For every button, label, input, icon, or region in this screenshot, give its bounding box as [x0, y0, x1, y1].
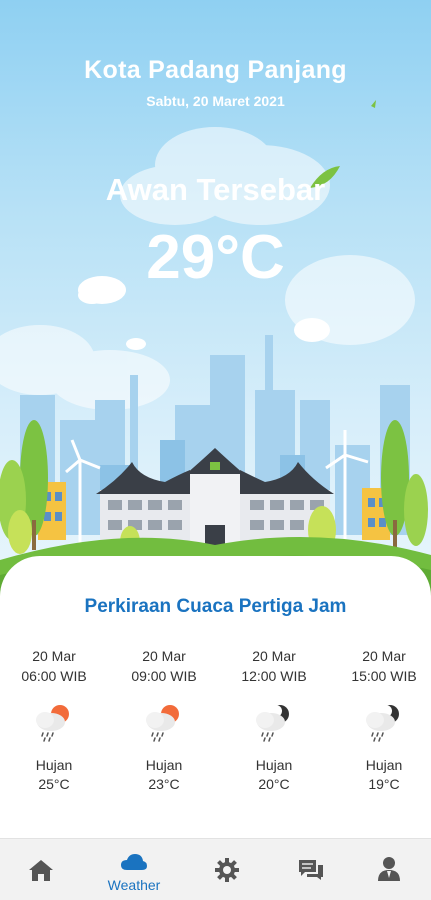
- city-name: Kota Padang Panjang: [84, 56, 347, 84]
- forecast-item[interactable]: 20 Mar 09:00 WIB Hujan 23°C: [114, 646, 214, 794]
- rain-sun-icon: [146, 705, 179, 742]
- chat-icon: [299, 860, 323, 880]
- forecast-item[interactable]: 20 Mar 06:00 WIB Hujan 25°C: [4, 646, 104, 794]
- rain-sun-icon: [36, 705, 69, 742]
- forecast-date: 20 Mar: [252, 648, 296, 664]
- forecast-temperature: 25°C: [38, 776, 70, 792]
- forecast-temperature: 20°C: [258, 776, 290, 792]
- forecast-time: 15:00 WIB: [351, 668, 417, 684]
- weather-hero: Kota Padang Panjang Sabtu, 20 Maret 2021…: [0, 0, 431, 600]
- forecast-time: 12:00 WIB: [241, 668, 307, 684]
- forecast-card: Perkiraan Cuaca Pertiga Jam 20 Mar 06:00…: [0, 556, 431, 838]
- bottom-navigation: Weather: [0, 838, 431, 900]
- city-illustration: [0, 100, 431, 600]
- forecast-date: 20 Mar: [32, 648, 76, 664]
- forecast-temperature: 23°C: [148, 776, 180, 792]
- forecast-date: 20 Mar: [142, 648, 186, 664]
- nav-profile[interactable]: [350, 839, 430, 900]
- forecast-date: 20 Mar: [362, 648, 406, 664]
- forecast-time: 06:00 WIB: [21, 668, 87, 684]
- nav-home[interactable]: [1, 839, 81, 900]
- home-icon: [29, 860, 53, 881]
- weather-condition: Awan Tersebar: [105, 172, 326, 207]
- user-icon: [378, 857, 400, 881]
- forecast-list: 20 Mar 06:00 WIB Hujan 25°C 20 Mar 09:00…: [0, 646, 431, 816]
- nav-weather-label: Weather: [107, 877, 161, 893]
- rain-moon-icon: [366, 705, 399, 742]
- forecast-section-title: Perkiraan Cuaca Pertiga Jam: [84, 596, 347, 617]
- forecast-condition: Hujan: [35, 757, 73, 773]
- rain-moon-icon: [256, 705, 289, 742]
- current-date: Sabtu, 20 Maret 2021: [146, 93, 285, 109]
- nav-weather[interactable]: Weather: [94, 839, 174, 900]
- nav-settings[interactable]: [187, 839, 267, 900]
- current-temperature: 29°C: [146, 223, 285, 292]
- forecast-item[interactable]: 20 Mar 12:00 WIB Hujan 20°C: [224, 646, 324, 794]
- forecast-condition: Hujan: [145, 757, 183, 773]
- forecast-temperature: 19°C: [368, 776, 400, 792]
- cloud-icon: [121, 854, 147, 870]
- forecast-item[interactable]: 20 Mar 15:00 WIB Hujan 19°C: [334, 646, 431, 794]
- forecast-time: 09:00 WIB: [131, 668, 197, 684]
- nav-chat[interactable]: [270, 839, 350, 900]
- forecast-condition: Hujan: [255, 757, 293, 773]
- forecast-condition: Hujan: [365, 757, 403, 773]
- gear-icon: [215, 858, 239, 882]
